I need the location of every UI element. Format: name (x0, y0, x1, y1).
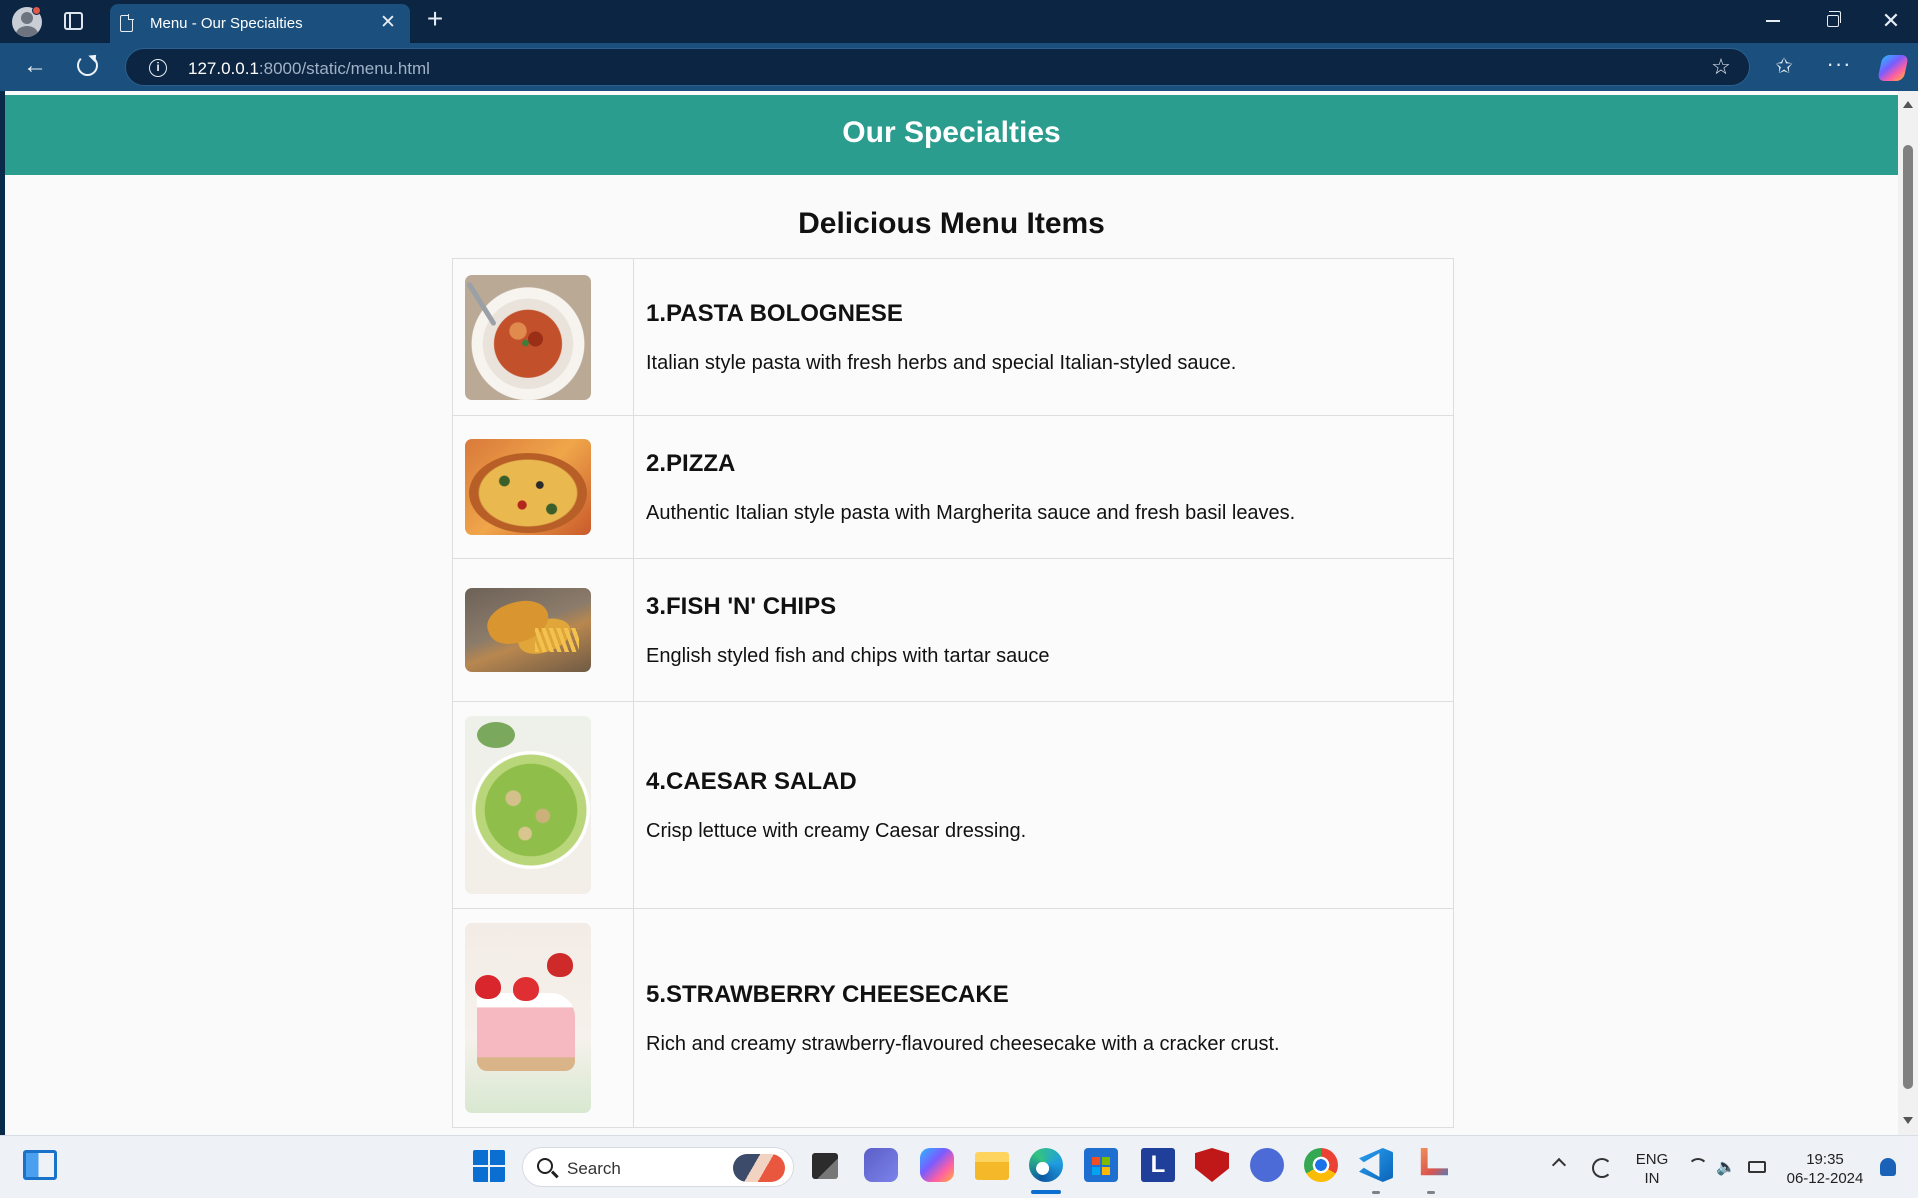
text-cell: 4.CAESAR SALAD Crisp lettuce with creamy… (633, 701, 1454, 909)
image-cell (452, 558, 634, 702)
snipping-tool-icon[interactable] (1420, 1148, 1448, 1176)
windows-taskbar: Search L (0, 1135, 1918, 1198)
mcafee-icon[interactable] (1195, 1148, 1229, 1182)
active-app-indicator (1031, 1190, 1061, 1194)
restore-button[interactable] (1827, 11, 1841, 27)
new-tab-button[interactable]: + (424, 5, 446, 33)
item-description: Authentic Italian style pasta with Margh… (646, 501, 1296, 524)
language-indicator[interactable]: ENG IN (1632, 1150, 1672, 1188)
volume-icon[interactable]: 🔈 (1716, 1160, 1736, 1176)
page-icon (120, 14, 134, 32)
vscode-icon[interactable] (1359, 1148, 1393, 1182)
chrome-icon[interactable] (1304, 1148, 1338, 1182)
image-cell (452, 701, 634, 909)
url-text[interactable]: 127.0.0.1:8000/static/menu.html (188, 59, 430, 79)
clock[interactable]: 19:35 06-12-2024 (1780, 1150, 1870, 1188)
window-close-button[interactable]: ✕ (1880, 8, 1902, 34)
wifi-icon[interactable] (1688, 1158, 1708, 1178)
text-cell: 5.STRAWBERRY CHEESECAKE Rich and creamy … (633, 908, 1454, 1128)
search-label: Search (567, 1159, 621, 1178)
l-app-icon[interactable]: L (1141, 1148, 1175, 1182)
section-title: Delicious Menu Items (798, 207, 1105, 240)
page-title: Our Specialties (842, 116, 1061, 149)
caesar-salad-image (465, 716, 591, 894)
running-app-indicator (1427, 1191, 1435, 1194)
running-app-indicator (1372, 1191, 1380, 1194)
table-row: 4.CAESAR SALAD Crisp lettuce with creamy… (452, 701, 1454, 909)
profile-notification-dot (32, 6, 41, 15)
item-name: 2.PIZZA (646, 449, 736, 477)
vpn-app-icon[interactable] (1250, 1148, 1284, 1182)
pasta-bolognese-image (465, 274, 591, 400)
battery-icon[interactable] (1748, 1161, 1766, 1173)
edge-icon[interactable] (1029, 1148, 1063, 1182)
back-icon[interactable]: ← (22, 53, 48, 79)
refresh-icon[interactable] (77, 55, 98, 76)
fish-and-chips-image (465, 588, 591, 672)
store-icon[interactable] (1084, 1148, 1118, 1182)
favorites-icon[interactable]: ✩ (1772, 55, 1796, 79)
item-name: 4.CAESAR SALAD (646, 767, 857, 795)
text-cell: 1.PASTA BOLOGNESE Italian style pasta wi… (633, 258, 1454, 416)
text-cell: 2.PIZZA Authentic Italian style pasta wi… (633, 415, 1454, 559)
browser-toolbar: ← i 127.0.0.1:8000/static/menu.html ☆ ✩ … (0, 43, 1918, 91)
url-host: 127.0.0.1 (188, 59, 259, 78)
address-bar[interactable]: i 127.0.0.1:8000/static/menu.html ☆ (125, 48, 1750, 86)
table-row: 2.PIZZA Authentic Italian style pasta wi… (452, 415, 1454, 559)
browser-titlebar: Menu - Our Specialties ✕ + ✕ (0, 0, 1918, 43)
image-cell (452, 908, 634, 1128)
copilot-taskbar-icon[interactable] (920, 1148, 954, 1182)
menu-table: 1.PASTA BOLOGNESE Italian style pasta wi… (452, 258, 1454, 1128)
more-icon[interactable]: ··· (1826, 53, 1852, 79)
browser-tab-active[interactable]: Menu - Our Specialties ✕ (110, 4, 410, 43)
vertical-scrollbar[interactable] (1898, 91, 1918, 1135)
search-highlight-icon (733, 1154, 785, 1182)
url-path: :8000/static/menu.html (258, 59, 430, 78)
scroll-down-arrow-icon[interactable] (1903, 1117, 1913, 1124)
table-row: 5.STRAWBERRY CHEESECAKE Rich and creamy … (452, 908, 1454, 1128)
item-name: 3.FISH 'N' CHIPS (646, 592, 837, 620)
item-description: Crisp lettuce with creamy Caesar dressin… (646, 819, 1027, 842)
notification-icon[interactable] (1880, 1158, 1896, 1176)
item-name: 5.STRAWBERRY CHEESECAKE (646, 980, 1009, 1008)
widgets-icon[interactable] (23, 1150, 57, 1180)
table-row: 3.FISH 'N' CHIPS English styled fish and… (452, 558, 1454, 702)
table-row: 1.PASTA BOLOGNESE Italian style pasta wi… (452, 258, 1454, 416)
scroll-thumb[interactable] (1903, 145, 1913, 1089)
image-cell (452, 258, 634, 416)
item-name: 1.PASTA BOLOGNESE (646, 299, 903, 327)
strawberry-cheesecake-image (465, 923, 591, 1113)
start-icon[interactable] (473, 1150, 505, 1182)
item-description: English styled fish and chips with tarta… (646, 644, 1050, 667)
info-icon[interactable]: i (149, 59, 167, 77)
teams-icon[interactable] (864, 1148, 898, 1182)
search-icon (537, 1158, 553, 1174)
clock-time: 19:35 (1806, 1151, 1844, 1168)
pizza-image (465, 439, 591, 535)
star-icon[interactable]: ☆ (1709, 55, 1733, 79)
tab-title: Menu - Our Specialties (150, 15, 303, 32)
minimize-button[interactable] (1766, 20, 1780, 22)
file-explorer-icon[interactable] (975, 1152, 1009, 1180)
item-description: Italian style pasta with fresh herbs and… (646, 351, 1237, 374)
tab-close-icon[interactable]: ✕ (378, 13, 398, 33)
workspaces-icon[interactable] (64, 12, 83, 30)
copilot-icon[interactable] (1877, 55, 1909, 81)
item-description: Rich and creamy strawberry-flavoured che… (646, 1032, 1280, 1055)
page-viewport: Our Specialties Delicious Menu Items 1.P… (5, 91, 1898, 1135)
text-cell: 3.FISH 'N' CHIPS English styled fish and… (633, 558, 1454, 702)
sync-icon[interactable] (1592, 1158, 1612, 1178)
scroll-up-arrow-icon[interactable] (1903, 101, 1913, 108)
language-region: IN (1644, 1170, 1660, 1187)
taskbar-search-box[interactable]: Search (522, 1147, 794, 1187)
image-cell (452, 415, 634, 559)
task-view-icon[interactable] (812, 1153, 838, 1179)
site-header: Our Specialties (5, 95, 1898, 175)
clock-date: 06-12-2024 (1786, 1170, 1864, 1187)
language-code: ENG (1635, 1151, 1669, 1168)
